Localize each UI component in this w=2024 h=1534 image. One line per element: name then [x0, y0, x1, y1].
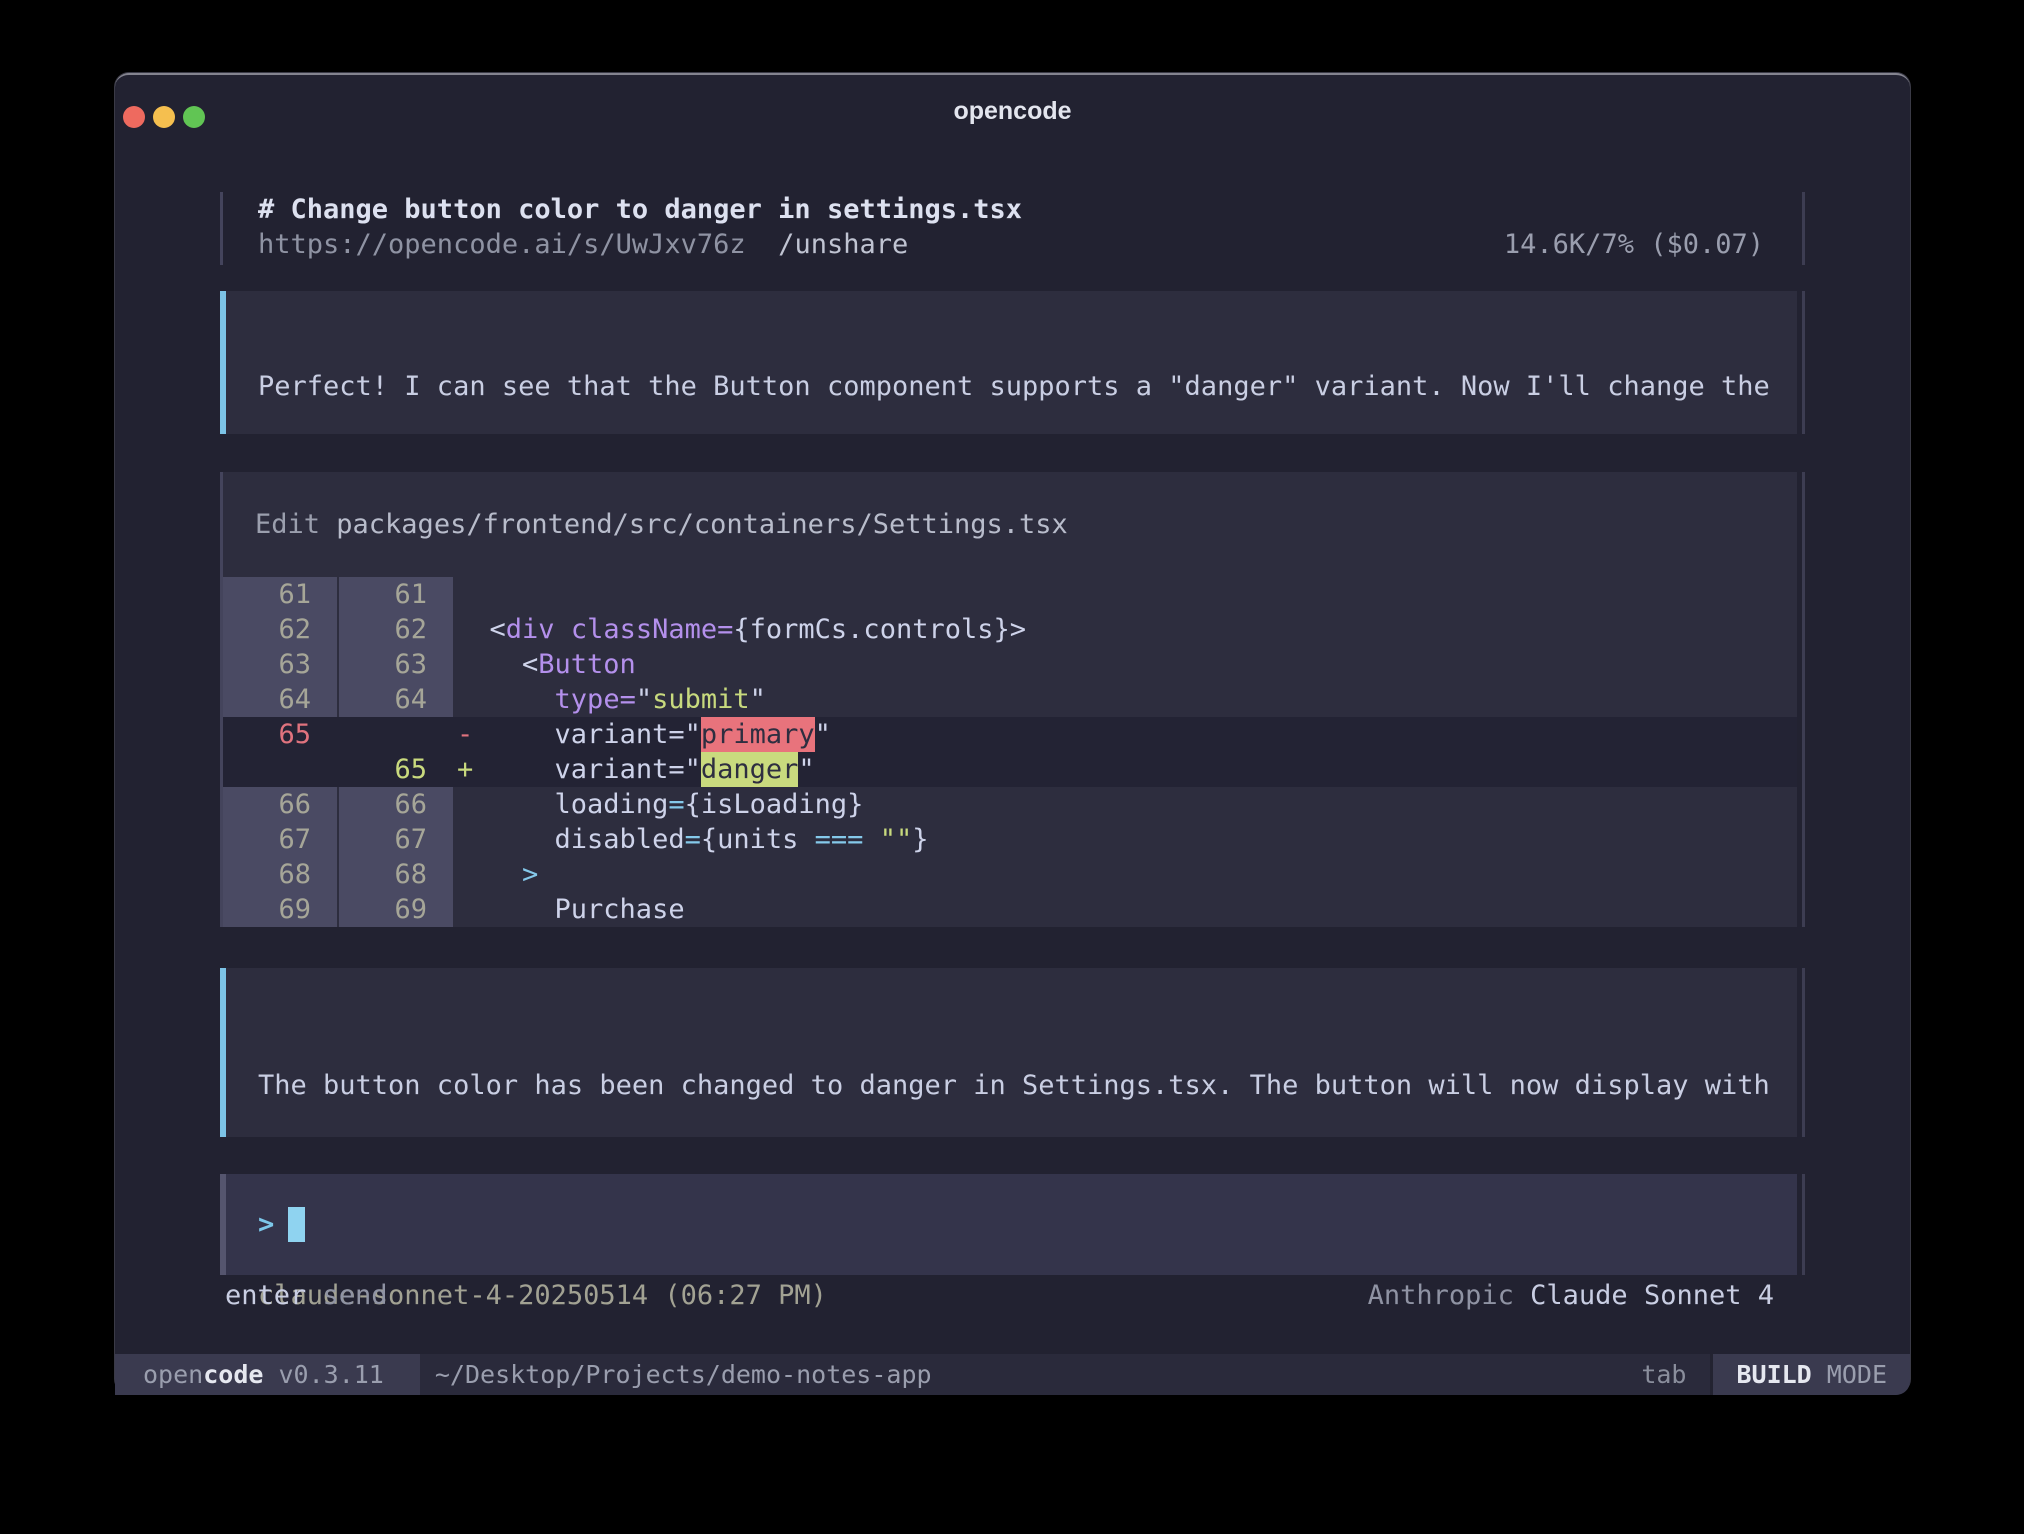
diff-row: 6868 > [223, 857, 1797, 892]
status-bar: opencode v0.3.11 ~/Desktop/Projects/demo… [115, 1354, 1910, 1395]
opencode-window: opencode # Change button color to danger… [115, 73, 1910, 1393]
diff-row: 65+ variant="danger" [223, 752, 1797, 787]
diff-row: 6767 disabled={units === ""} [223, 822, 1797, 857]
gutter-old-line-number: 66 [223, 787, 337, 822]
diff-rows: 61616262 <div className={formCs.controls… [223, 577, 1797, 927]
assistant-message: Perfect! I can see that the Button compo… [220, 291, 1797, 434]
code-line [453, 577, 1797, 612]
gutter-new-line-number: 64 [339, 682, 453, 717]
prompt-symbol: > [258, 1209, 274, 1240]
gutter-old-line-number: 68 [223, 857, 337, 892]
code-line: > [453, 857, 1797, 892]
code-line: + variant="danger" [453, 752, 1797, 787]
app-version: v0.3.11 [263, 1360, 383, 1389]
code-line: loading={isLoading} [453, 787, 1797, 822]
gutter-new-line-number: 66 [339, 787, 453, 822]
prompt-input[interactable]: > [220, 1174, 1797, 1275]
gutter-new-line-number: 68 [339, 857, 453, 892]
share-url: https://opencode.ai/s/UwJxv76z [258, 227, 746, 262]
text-cursor [288, 1207, 305, 1242]
app-version-chip: opencode v0.3.11 [115, 1354, 420, 1395]
edit-header: Edit packages/frontend/src/containers/Se… [223, 507, 1797, 542]
message-line: The button color has been changed to dan… [258, 1068, 1797, 1103]
diff-row: 65 - variant="primary" [223, 717, 1797, 752]
edit-right-border [1802, 472, 1805, 927]
diff-row: 6464 type="submit" [223, 682, 1797, 717]
diff-row: 6666 loading={isLoading} [223, 787, 1797, 822]
diff-row: 6161 [223, 577, 1797, 612]
model-indicator[interactable]: Anthropic Claude Sonnet 4 [1368, 1278, 1774, 1313]
token-cost-stats: 14.6K/7% ($0.07) [1504, 227, 1802, 262]
session-header: # Change button color to danger in setti… [220, 192, 1802, 265]
code-line: disabled={units === ""} [453, 822, 1797, 857]
diff-row: 6969 Purchase [223, 892, 1797, 927]
edit-action-label: Edit [255, 509, 336, 540]
message2-right-border [1802, 968, 1805, 1137]
gutter-old-line-number: 61 [223, 577, 337, 612]
code-line: type="submit" [453, 682, 1797, 717]
gutter-old-line-number [223, 752, 337, 787]
gutter-old-line-number: 64 [223, 682, 337, 717]
app-name-code: code [203, 1360, 263, 1389]
header-right-border [1802, 192, 1805, 265]
gutter-new-line-number: 67 [339, 822, 453, 857]
gutter-new-line-number: 63 [339, 647, 453, 682]
gutter-old-line-number: 63 [223, 647, 337, 682]
enter-hint: enter send [225, 1278, 388, 1313]
code-line: Purchase [453, 892, 1797, 927]
mode-name: BUILD [1736, 1360, 1811, 1389]
gutter-new-line-number [339, 717, 453, 752]
unshare-link[interactable]: /unshare [746, 227, 909, 262]
gutter-old-line-number: 67 [223, 822, 337, 857]
code-line: - variant="primary" [453, 717, 1797, 752]
gutter-old-line-number: 65 [223, 717, 337, 752]
gutter-old-line-number: 62 [223, 612, 337, 647]
window-title: opencode [115, 97, 1910, 126]
code-line: <Button [453, 647, 1797, 682]
code-line: <div className={formCs.controls}> [453, 612, 1797, 647]
diff-row: 6262 <div className={formCs.controls}> [223, 612, 1797, 647]
message-line: Perfect! I can see that the Button compo… [258, 369, 1797, 404]
gutter-old-line-number: 69 [223, 892, 337, 927]
screen: opencode # Change button color to danger… [0, 0, 2024, 1534]
gutter-new-line-number: 65 [339, 752, 453, 787]
edit-file-path: packages/frontend/src/containers/Setting… [336, 509, 1068, 540]
message1-right-border [1802, 291, 1805, 434]
gutter-new-line-number: 61 [339, 577, 453, 612]
edit-tool-block: Edit packages/frontend/src/containers/Se… [220, 472, 1797, 927]
session-title: # Change button color to danger in setti… [223, 192, 1802, 227]
assistant-message: The button color has been changed to dan… [220, 968, 1797, 1137]
tab-key-hint: tab [1641, 1360, 1686, 1389]
mode-toggle[interactable]: BUILD MODE [1710, 1354, 1910, 1395]
gutter-new-line-number: 69 [339, 892, 453, 927]
mode-label: MODE [1812, 1360, 1887, 1389]
diff-row: 6363 <Button [223, 647, 1797, 682]
app-name-open: open [143, 1360, 203, 1389]
hints-row: enter send Anthropic Claude Sonnet 4 [225, 1278, 1774, 1313]
working-directory: ~/Desktop/Projects/demo-notes-app [435, 1360, 932, 1389]
gutter-new-line-number: 62 [339, 612, 453, 647]
input-right-border [1802, 1174, 1805, 1275]
